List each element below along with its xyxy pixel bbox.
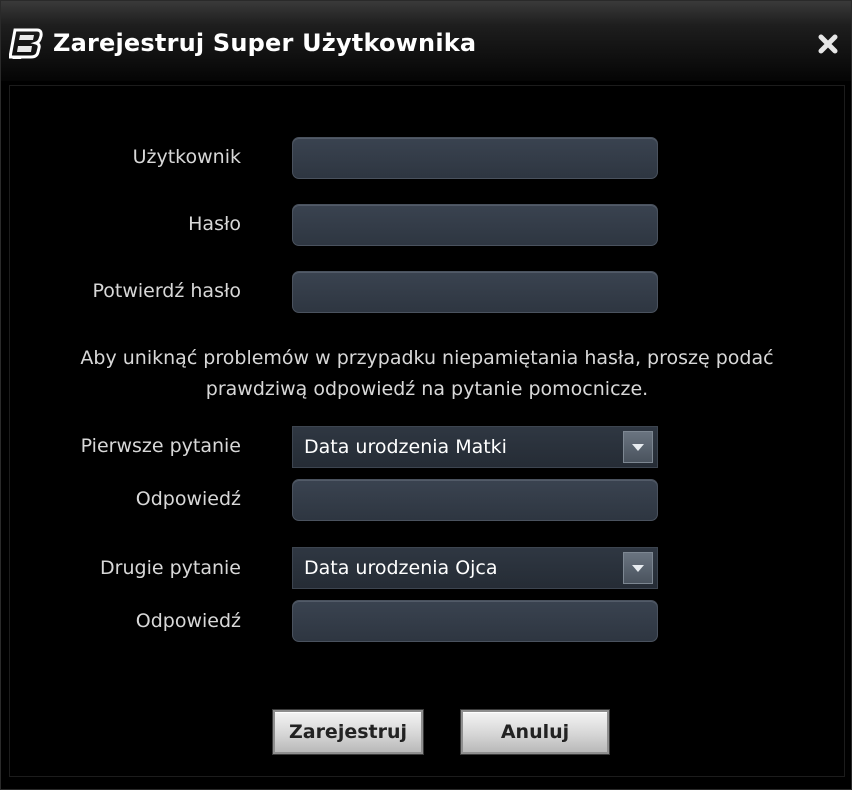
- chevron-down-icon[interactable]: [623, 552, 653, 584]
- answer-2-input[interactable]: [292, 600, 658, 642]
- answer-2-label: Odpowiedź: [135, 610, 241, 632]
- info-line-1: Aby uniknąć problemów w przypadku niepam…: [80, 347, 774, 369]
- answer-1-input[interactable]: [292, 479, 658, 521]
- chevron-down-glyph: [632, 565, 644, 572]
- security-question-info: Aby uniknąć problemów w przypadku niepam…: [41, 343, 813, 405]
- confirm-password-input[interactable]: [292, 271, 658, 313]
- username-input[interactable]: [292, 137, 658, 179]
- chevron-down-glyph: [632, 444, 644, 451]
- password-input[interactable]: [292, 204, 658, 246]
- confirm-password-label: Potwierdź hasło: [92, 280, 241, 302]
- register-dialog: Zarejestruj Super Użytkownika Użytkownik…: [0, 0, 852, 790]
- register-button[interactable]: Zarejestruj: [273, 710, 423, 754]
- b-logo-icon: [9, 28, 43, 59]
- first-question-value: Data urodzenia Matki: [304, 436, 507, 458]
- second-question-select[interactable]: Data urodzenia Ojca: [292, 547, 658, 589]
- second-question-label: Drugie pytanie: [100, 557, 241, 579]
- second-question-value: Data urodzenia Ojca: [304, 557, 498, 579]
- title-bar[interactable]: Zarejestruj Super Użytkownika: [1, 1, 851, 81]
- close-icon[interactable]: [811, 27, 845, 61]
- password-label: Hasło: [188, 213, 241, 235]
- first-question-label: Pierwsze pytanie: [80, 435, 241, 457]
- username-label: Użytkownik: [132, 146, 241, 168]
- cancel-button[interactable]: Anuluj: [461, 710, 609, 754]
- info-line-2: prawdziwą odpowiedź na pytanie pomocnicz…: [205, 378, 649, 400]
- answer-1-label: Odpowiedź: [135, 488, 241, 510]
- first-question-select[interactable]: Data urodzenia Matki: [292, 426, 658, 468]
- window-title: Zarejestruj Super Użytkownika: [53, 29, 477, 57]
- chevron-down-icon[interactable]: [623, 431, 653, 463]
